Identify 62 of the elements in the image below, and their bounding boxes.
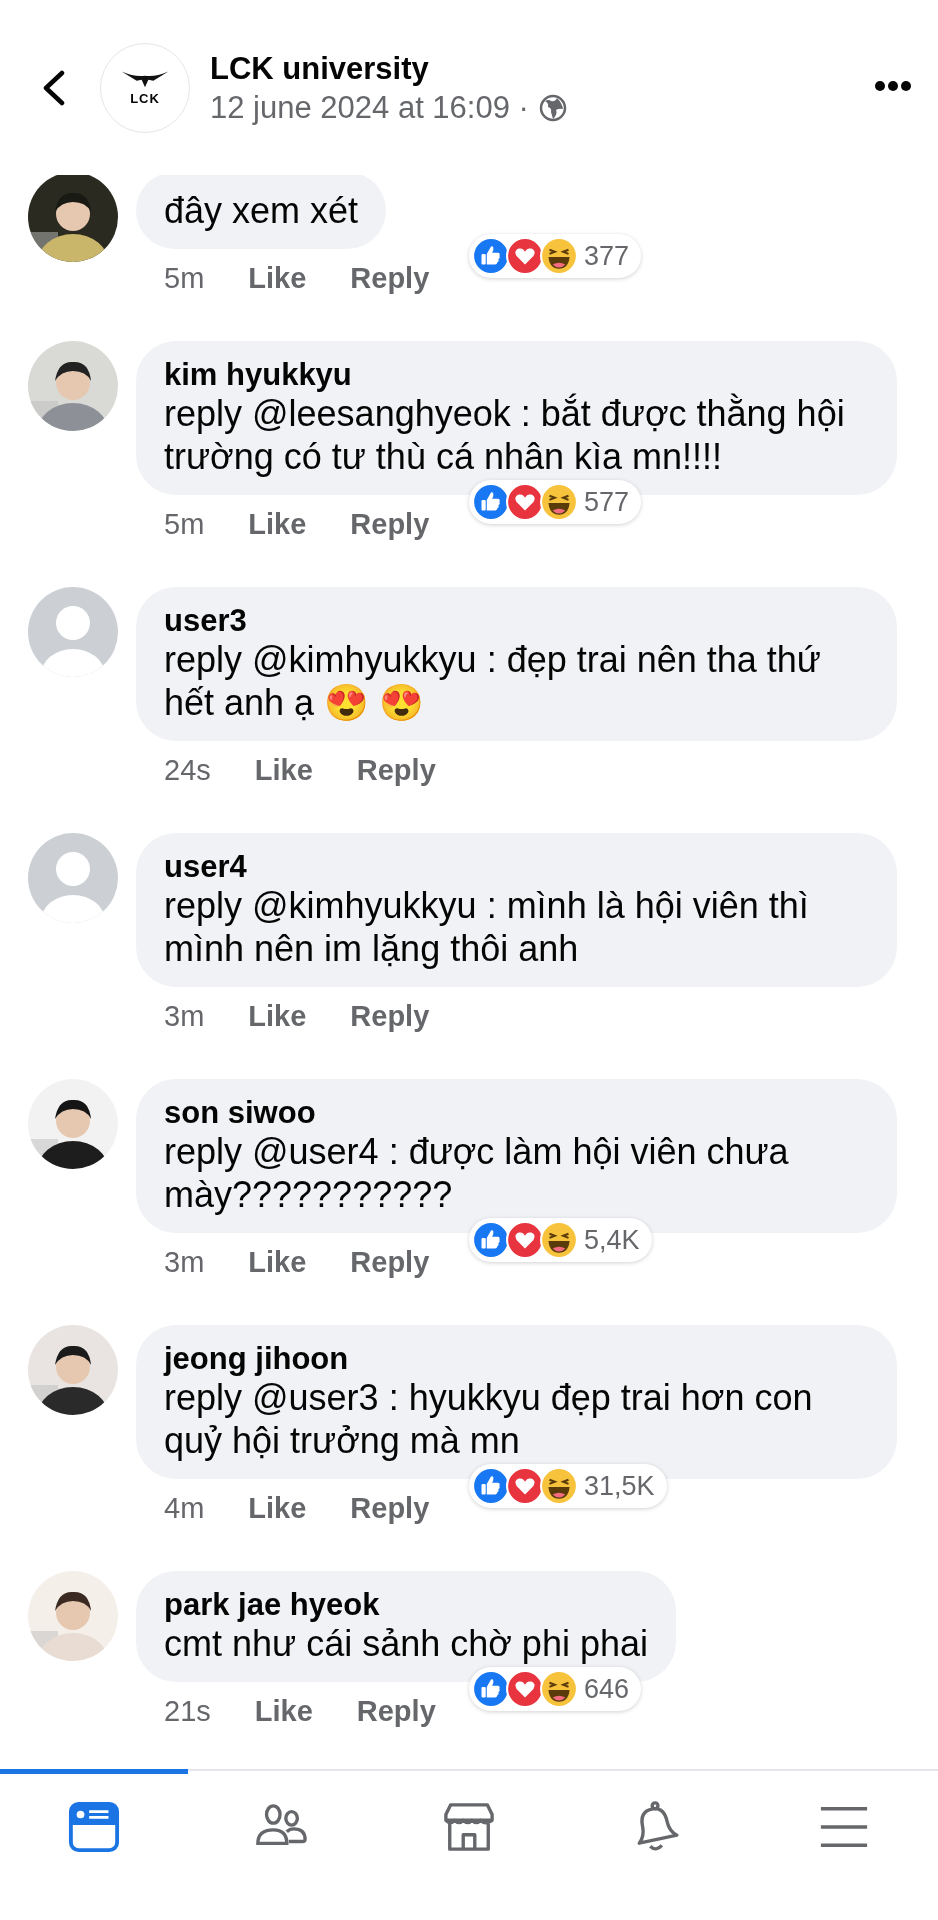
commenter-name[interactable]: kim hyukkyu	[164, 358, 869, 392]
reaction-badge[interactable]: 577	[469, 480, 642, 524]
reaction-badge[interactable]: 5,4K	[469, 1218, 652, 1262]
comment-text: cmt như cái sảnh chờ phi phai	[164, 1622, 648, 1665]
like-button[interactable]: Like	[248, 999, 307, 1033]
comment-time: 3m	[164, 999, 205, 1033]
commenter-name[interactable]: park jae hyeok	[164, 1588, 648, 1622]
bird-icon	[120, 69, 170, 89]
reply-button[interactable]: Reply	[356, 1694, 436, 1728]
comment-text: đây xem xét	[164, 189, 359, 232]
comment-time: 3m	[164, 1245, 205, 1279]
laughing-face-icon	[540, 1670, 578, 1708]
comment-text: reply @kimhyukkyu : mình là hội viên thì mình nên im lặng thôi anh	[164, 884, 810, 970]
like-button[interactable]: Like	[254, 753, 313, 787]
post-time: 12 june 2024 at 16:09 ·	[210, 88, 529, 127]
comment-time: 4m	[164, 1491, 205, 1525]
reaction-badge[interactable]: 646	[469, 1667, 642, 1711]
like-button[interactable]: Like	[248, 1491, 307, 1525]
comment-time: 5m	[164, 507, 205, 541]
comment-time: 21s	[164, 1694, 211, 1728]
thumbs-up-icon	[472, 483, 510, 521]
like-button[interactable]: Like	[248, 1245, 307, 1279]
reaction-count: 646	[584, 1673, 630, 1705]
reply-button[interactable]: Reply	[350, 1491, 430, 1525]
laughing-face-icon	[540, 1467, 578, 1505]
reply-button[interactable]: Reply	[350, 999, 430, 1033]
reaction-count: 31,5K	[584, 1470, 655, 1502]
commenter-name[interactable]: user3	[164, 604, 869, 638]
page-title[interactable]: LCK university	[210, 48, 870, 89]
laughing-face-icon	[540, 1221, 578, 1259]
laughing-face-icon	[540, 237, 578, 275]
commenter-name[interactable]: jeong jihoon	[164, 1342, 869, 1376]
comment-time: 24s	[164, 753, 211, 787]
commenter-name[interactable]: son siwoo	[164, 1096, 869, 1130]
comment-text: reply @kimhyukkyu : đẹp trai nên tha thứ hết anh ạ 😍 😍	[164, 638, 822, 724]
storefront-icon	[443, 1801, 495, 1853]
reaction-count: 5,4K	[584, 1224, 640, 1256]
thumbs-up-icon	[472, 237, 510, 275]
globe-icon	[538, 93, 567, 122]
reply-button[interactable]: Reply	[356, 753, 436, 787]
reply-button[interactable]: Reply	[350, 507, 430, 541]
comment-text: reply @leesanghyeok : bắt được thằng hội trường có tư thù cá nhân kìa mn!!!!	[164, 392, 846, 478]
reply-button[interactable]: Reply	[350, 261, 430, 295]
reaction-count: 577	[584, 486, 630, 518]
comment-time: 5m	[164, 261, 205, 295]
like-button[interactable]: Like	[248, 507, 307, 541]
logo-text: LCK	[130, 91, 160, 106]
more-icon	[874, 80, 912, 92]
comment-text: reply @user4 : được làm hội viên chưa mày???????????	[164, 1130, 790, 1216]
thumbs-up-icon	[472, 1670, 510, 1708]
reaction-count: 377	[584, 240, 630, 272]
feed-icon	[67, 1801, 120, 1853]
reaction-badge[interactable]: 31,5K	[469, 1464, 667, 1508]
commenter-name[interactable]: user4	[164, 850, 869, 884]
thumbs-up-icon	[472, 1221, 510, 1259]
comment-text: reply @user3 : hyukkyu đẹp trai hơn con quỷ hội trưởng mà mn	[164, 1376, 814, 1462]
reply-button[interactable]: Reply	[350, 1245, 430, 1279]
reaction-badge[interactable]: 377	[469, 234, 642, 278]
thumbs-up-icon	[472, 1467, 510, 1505]
like-button[interactable]: Like	[254, 1694, 313, 1728]
like-button[interactable]: Like	[248, 261, 307, 295]
laughing-face-icon	[540, 483, 578, 521]
